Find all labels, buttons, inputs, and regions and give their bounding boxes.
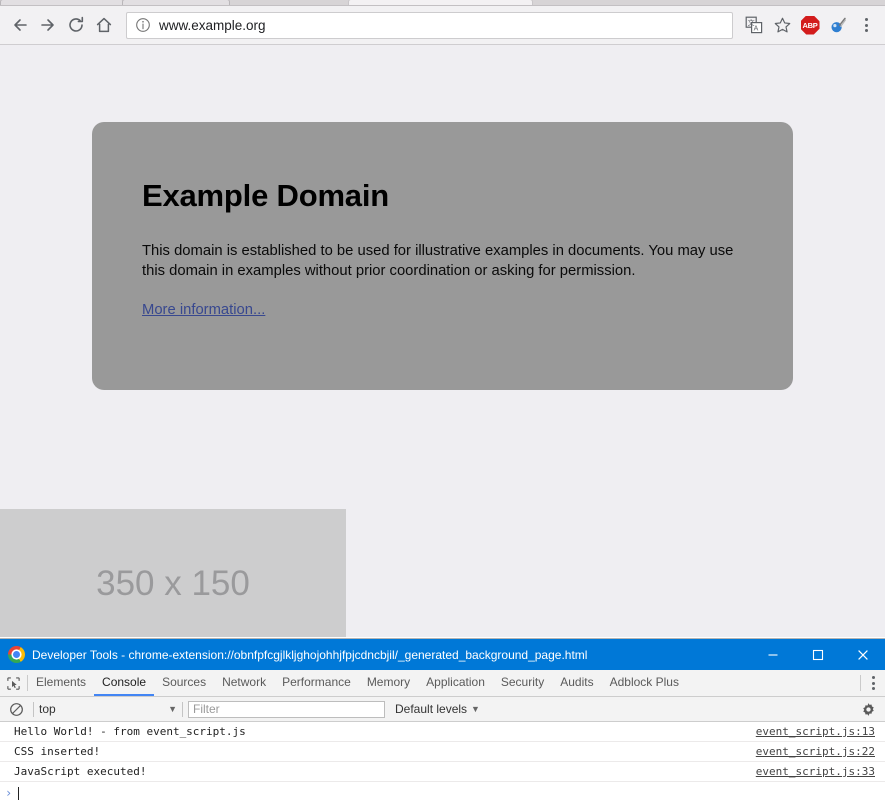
toolbar-separator-1: [33, 701, 34, 717]
console-prompt[interactable]: ›: [0, 782, 885, 804]
devtools-window-title: Developer Tools - chrome-extension://obn…: [32, 647, 588, 662]
adblock-plus-extension-icon[interactable]: ABP: [797, 12, 823, 38]
log-levels-dropdown[interactable]: Default levels ▼: [395, 702, 480, 716]
page-paragraph: This domain is established to be used fo…: [142, 243, 734, 280]
console-source-link[interactable]: event_script.js:22: [756, 745, 885, 758]
back-arrow-icon: [14, 19, 27, 31]
log-levels-label: Default levels: [395, 702, 468, 716]
prompt-text-caret: [18, 786, 20, 800]
home-icon: [96, 17, 112, 33]
browser-toolbar: www.example.org 文 A ABP: [0, 6, 885, 45]
reload-button[interactable]: [62, 11, 90, 39]
devtools-titlebar: Developer Tools - chrome-extension://obn…: [0, 639, 885, 670]
console-message-text: CSS inserted!: [14, 745, 101, 758]
extension-paint-icon[interactable]: [825, 12, 851, 38]
toolbar-separator-2: [182, 701, 183, 717]
page-title: Example Domain: [142, 178, 390, 213]
console-source-link[interactable]: event_script.js:13: [756, 725, 885, 738]
close-icon: [857, 649, 868, 660]
chrome-menu-icon[interactable]: [853, 12, 879, 38]
devtools-more-tools-icon[interactable]: [861, 670, 885, 696]
translate-icon[interactable]: 文 A: [741, 12, 767, 38]
back-button[interactable]: [6, 11, 34, 39]
browser-window: www.example.org 文 A ABP Example Domain T…: [0, 0, 885, 638]
execution-context-dropdown[interactable]: top ▼: [39, 702, 177, 716]
tab-strip: [0, 0, 885, 6]
forward-arrow-icon: [41, 19, 54, 31]
tab-elements[interactable]: Elements: [28, 670, 94, 696]
chevron-down-icon-levels: ▼: [471, 704, 480, 714]
browser-tab-1[interactable]: [0, 0, 124, 5]
forward-button[interactable]: [34, 11, 62, 39]
maximize-icon: [812, 649, 823, 660]
clear-console-icon: [9, 702, 23, 716]
execution-context-value: top: [39, 702, 56, 716]
chevron-down-icon: ▼: [168, 704, 177, 714]
placeholder-image-label: 350 x 150: [96, 564, 250, 603]
devtools-settings-button[interactable]: [855, 702, 881, 717]
page-viewport: Example Domain This domain is establishe…: [0, 45, 885, 637]
tab-audits[interactable]: Audits: [552, 670, 601, 696]
placeholder-image: 350 x 150: [0, 509, 346, 637]
info-circle-icon: [136, 18, 150, 32]
tab-console[interactable]: Console: [94, 670, 155, 696]
example-domain-card: Example Domain This domain is establishe…: [92, 122, 793, 390]
address-bar-url: www.example.org: [159, 17, 266, 33]
close-button[interactable]: [840, 639, 885, 670]
console-message-row[interactable]: Hello World! - from event_script.js even…: [0, 722, 885, 742]
console-message-text: Hello World! - from event_script.js: [14, 725, 246, 738]
tab-adblock-plus[interactable]: Adblock Plus: [602, 670, 687, 696]
tab-security[interactable]: Security: [493, 670, 552, 696]
inspect-element-button[interactable]: [0, 670, 27, 696]
devtools-window: Developer Tools - chrome-extension://obn…: [0, 638, 885, 807]
address-bar[interactable]: www.example.org: [126, 11, 733, 39]
tab-network[interactable]: Network: [214, 670, 274, 696]
bookmark-star-icon[interactable]: [769, 12, 795, 38]
tab-application[interactable]: Application: [418, 670, 493, 696]
console-filter-input[interactable]: [188, 700, 385, 718]
reload-icon: [69, 16, 84, 32]
console-message-text: JavaScript executed!: [14, 765, 147, 778]
inspect-cursor-icon: [7, 676, 20, 690]
chrome-logo-icon: [8, 646, 25, 663]
console-message-row[interactable]: CSS inserted! event_script.js:22: [0, 742, 885, 762]
tab-performance[interactable]: Performance: [274, 670, 359, 696]
gear-icon: [862, 702, 874, 716]
clear-console-button[interactable]: [4, 702, 28, 717]
svg-text:A: A: [754, 26, 759, 33]
console-toolbar: top ▼ Default levels ▼: [0, 697, 885, 722]
more-information-link[interactable]: More information...: [142, 302, 265, 318]
browser-tab-3-active[interactable]: [348, 0, 533, 5]
maximize-button[interactable]: [795, 639, 840, 670]
tab-memory[interactable]: Memory: [359, 670, 418, 696]
minimize-button[interactable]: [750, 639, 795, 670]
prompt-arrow-icon: ›: [5, 786, 13, 800]
devtools-tabbar: Elements Console Sources Network Perform…: [0, 670, 885, 697]
tab-sources[interactable]: Sources: [154, 670, 214, 696]
browser-tab-2[interactable]: [122, 0, 230, 5]
console-message-row[interactable]: JavaScript executed! event_script.js:33: [0, 762, 885, 782]
abp-badge-label: ABP: [800, 15, 820, 35]
home-button[interactable]: [90, 11, 118, 39]
minimize-icon: [768, 653, 777, 656]
console-output: Hello World! - from event_script.js even…: [0, 722, 885, 807]
console-source-link[interactable]: event_script.js:33: [756, 765, 885, 778]
